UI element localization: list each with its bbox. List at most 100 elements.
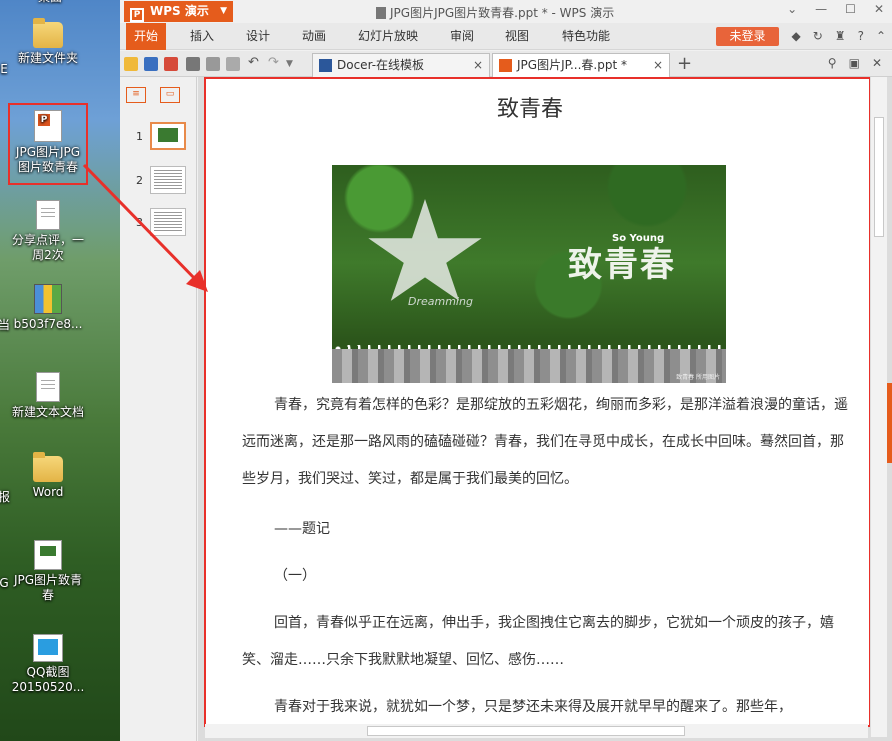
slides-panel: ≡ ▭ 1 2 3 xyxy=(120,77,197,741)
scroll-thumb[interactable] xyxy=(367,726,685,736)
horizontal-scrollbar[interactable] xyxy=(205,724,868,738)
hero-big-text: 致青春 xyxy=(568,245,676,285)
slide-thumb xyxy=(150,122,186,150)
desktop-icon-text-file[interactable]: 分享点评，一周2次 xyxy=(0,200,96,263)
slide-number: 3 xyxy=(136,215,143,229)
vertical-scrollbar[interactable] xyxy=(870,77,887,737)
close-icon[interactable]: ✕ xyxy=(874,2,884,16)
print-preview-icon[interactable] xyxy=(206,57,220,71)
desktop-icon-label: 新建文本文档 xyxy=(11,405,84,419)
paragraph-text: 青春对于我来说，就犹如一个梦，只是梦还未来得及展开就早早的醒来了。那些年， xyxy=(274,699,792,715)
menu-slideshow[interactable]: 幻灯片放映 xyxy=(350,23,426,50)
tab-label: JPG图片JP...春.ppt * xyxy=(517,58,627,72)
toolbar-right-icons: ⚲ ▣ ✕ xyxy=(828,56,882,70)
desktop-icon-screenshot[interactable]: QQ截图20150520... xyxy=(0,634,96,695)
outline-view-icon[interactable]: ≡ xyxy=(126,87,146,103)
menu-review[interactable]: 审阅 xyxy=(442,23,482,50)
skin-icon[interactable]: ◆ xyxy=(792,29,801,43)
desktop-icon-new-folder[interactable]: 新建文件夹 xyxy=(0,18,96,66)
edge-label: 报 xyxy=(0,490,10,504)
paragraph-section[interactable]: （一） xyxy=(242,558,848,595)
docer-icon xyxy=(319,59,332,72)
slide-thumbnail-3[interactable]: 3 xyxy=(136,208,186,236)
ribbon-toggle-icon[interactable]: ⌄ xyxy=(787,2,797,16)
app-name: WPS 演示 xyxy=(150,4,209,18)
stone-path xyxy=(332,349,726,383)
paragraph-text: 青春，究竟有着怎样的色彩？是那绽放的五彩烟花，绚丽而多彩，是那洋溢着浪漫的童话，… xyxy=(242,397,848,487)
desktop-icon-top[interactable]: 桌面 xyxy=(10,0,90,5)
thumb-text xyxy=(154,212,182,232)
paragraph-intro[interactable]: 青春，究竟有着怎样的色彩？是那绽放的五彩烟花，绚丽而多彩，是那洋溢着浪漫的童话，… xyxy=(242,387,848,498)
menu-insert[interactable]: 插入 xyxy=(182,23,222,50)
desktop-icon-slide-file[interactable]: JPG图片致青春 xyxy=(0,540,96,603)
desktop-icon-new-text[interactable]: 新建文本文档 xyxy=(0,372,96,420)
login-button[interactable]: 未登录 xyxy=(716,27,779,46)
menu-view[interactable]: 视图 xyxy=(497,23,537,50)
sync-icon[interactable]: ↻ xyxy=(813,29,823,43)
undo-icon[interactable]: ↶ xyxy=(248,56,262,71)
hero-script-text: Dreamming xyxy=(408,295,473,308)
shirt-icon[interactable]: ♜ xyxy=(835,29,846,43)
wps-app-menu-button[interactable]: P WPS 演示 ▼ xyxy=(124,1,233,22)
folder-icon xyxy=(33,18,63,48)
document-icon xyxy=(36,372,60,402)
menu-animation[interactable]: 动画 xyxy=(294,23,334,50)
annotation-highlight-box xyxy=(8,103,88,185)
paragraph-body-2[interactable]: 青春对于我来说，就犹如一个梦，只是梦还未来得及展开就早早的醒来了。那些年， xyxy=(242,689,848,725)
spellcheck-icon[interactable] xyxy=(226,57,240,71)
menu-bar: 开始 插入 设计 动画 幻灯片放映 审阅 视图 特色功能 未登录 ◆ ↻ ♜ ?… xyxy=(120,23,892,50)
chevron-down-icon: ▼ xyxy=(220,6,227,16)
desktop-icon-label: 分享点评，一周2次 xyxy=(11,233,84,262)
open-icon[interactable] xyxy=(124,57,138,71)
menu-home[interactable]: 开始 xyxy=(126,23,167,50)
pin-icon[interactable]: ⚲ xyxy=(828,56,837,70)
paragraph-body-1[interactable]: 回首，青春似乎正在远离，伸出手，我企图拽住它离去的脚步，它犹如一个顽皮的孩子，嬉… xyxy=(242,605,848,679)
wps-window: P WPS 演示 ▼ JPG图片JPG图片致青春.ppt * - WPS 演示 ⌄… xyxy=(120,0,892,741)
panel-tabs: ≡ ▭ xyxy=(126,87,180,103)
hero-image[interactable]: 致青春 So Young Dreamming 致青春 所用图片 xyxy=(332,165,726,383)
slide-title[interactable]: 致青春 xyxy=(206,91,854,123)
document-icon xyxy=(376,7,386,19)
image-file-icon xyxy=(33,634,63,662)
edge-label: E xyxy=(0,62,8,76)
slide-thumb xyxy=(150,208,186,236)
redo-icon[interactable]: ↷ xyxy=(268,56,282,71)
restore-doc-icon[interactable]: ▣ xyxy=(849,56,860,70)
menu-right-icons: ◆ ↻ ♜ ? ⌃ xyxy=(792,29,887,43)
close-tab-icon[interactable]: × xyxy=(473,54,483,76)
collapse-ribbon-icon[interactable]: ⌃ xyxy=(876,29,886,43)
paragraph-text: ——题记 xyxy=(274,521,330,537)
slide-thumbnail-2[interactable]: 2 xyxy=(136,166,186,194)
chevron-down-icon[interactable]: ▼ xyxy=(286,57,300,71)
minimize-icon[interactable]: — xyxy=(815,2,827,16)
thumb-image xyxy=(158,128,178,142)
tab-document[interactable]: JPG图片JP...春.ppt * × xyxy=(492,53,670,77)
wps-logo-icon: P xyxy=(130,8,144,22)
tab-docer[interactable]: Docer-在线模板 × xyxy=(312,53,490,77)
edge-label: 当 xyxy=(0,318,10,332)
thumb-text xyxy=(154,170,182,190)
help-icon[interactable]: ? xyxy=(858,29,864,43)
slides-view-icon[interactable]: ▭ xyxy=(160,87,180,103)
slide-canvas[interactable]: 致青春 致青春 So Young Dreamming 致青春 所用图片 青春，究… xyxy=(206,79,869,725)
maximize-icon[interactable]: ☐ xyxy=(845,2,856,16)
save-icon[interactable] xyxy=(144,57,158,71)
close-tab-icon[interactable]: × xyxy=(653,54,663,76)
close-doc-icon[interactable]: ✕ xyxy=(872,56,882,70)
quick-toolbar: ↶ ↷ ▼ Docer-在线模板 × JPG图片JP...春.ppt * × +… xyxy=(120,51,892,77)
scroll-thumb[interactable] xyxy=(874,117,884,237)
slide-thumbnail-1[interactable]: 1 xyxy=(136,122,186,150)
export-pdf-icon[interactable] xyxy=(164,57,178,71)
side-accent-tab[interactable] xyxy=(887,383,892,463)
ppt-file-icon xyxy=(499,59,512,72)
document-icon xyxy=(36,200,60,230)
paragraph-epigraph[interactable]: ——题记 xyxy=(242,511,848,548)
print-icon[interactable] xyxy=(186,57,200,71)
new-tab-icon[interactable]: + xyxy=(677,53,692,74)
archive-icon xyxy=(34,284,62,314)
menu-features[interactable]: 特色功能 xyxy=(554,23,618,50)
desktop: 桌面 新建文件夹 JPG图片JPG图片致青春 分享点评，一周2次 b503f7e… xyxy=(0,0,120,741)
menu-design[interactable]: 设计 xyxy=(238,23,278,50)
title-bar: P WPS 演示 ▼ JPG图片JPG图片致青春.ppt * - WPS 演示 ⌄… xyxy=(120,0,892,23)
window-controls: ⌄ — ☐ ✕ xyxy=(787,2,884,16)
